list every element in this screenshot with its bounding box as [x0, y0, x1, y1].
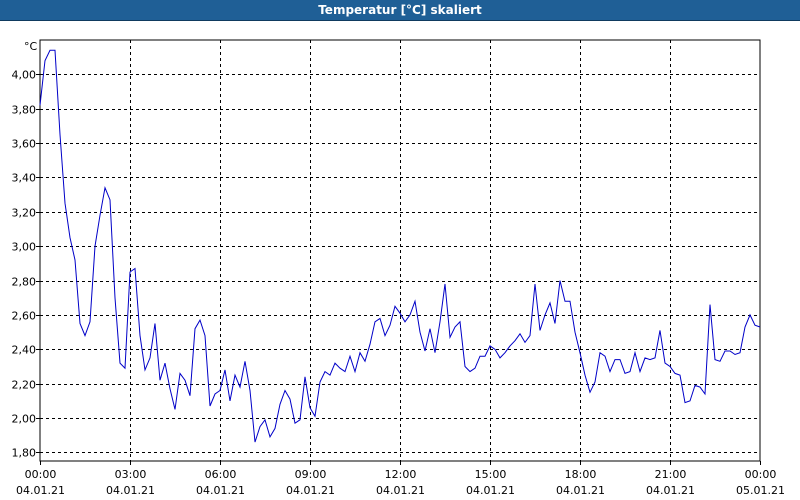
- x-tick-time: 18:00: [565, 468, 597, 481]
- temperature-chart: 1,80 2,00 2,20 2,40 2,60 2,80 3,00 3,20 3,40 3,60…: [12, 39, 785, 497]
- x-axis-ticks: 00:00 04.01.21 03:00 04.01.21 06:00 04.01.21 0…: [16, 461, 785, 497]
- y-tick-label: 3,80: [12, 104, 37, 117]
- y-axis-ticks: 1,80 2,00 2,20 2,40 2,60 2,80 3,00 3,20 3,40 3,60…: [12, 69, 40, 460]
- y-tick-label: 3,60: [12, 138, 37, 151]
- y-axis-unit: °C: [24, 40, 38, 53]
- x-tick-date: 04.01.21: [196, 484, 245, 497]
- x-tick-date: 05.01.21: [736, 484, 785, 497]
- y-tick-label: 4,00: [12, 69, 37, 82]
- y-tick-label: 2,60: [12, 310, 37, 323]
- y-tick-label: 2,20: [12, 379, 37, 392]
- x-tick-time: 03:00: [115, 468, 147, 481]
- x-tick-date: 04.01.21: [16, 484, 65, 497]
- x-tick-time: 21:00: [655, 468, 687, 481]
- y-tick-label: 2,80: [12, 276, 37, 289]
- y-tick-label: 1,80: [12, 447, 37, 460]
- y-tick-label: 3,20: [12, 207, 37, 220]
- x-tick-time: 00:00: [745, 468, 777, 481]
- y-tick-label: 3,40: [12, 172, 37, 185]
- x-tick-date: 04.01.21: [646, 484, 695, 497]
- x-tick-date: 04.01.21: [466, 484, 515, 497]
- y-tick-label: 2,00: [12, 413, 37, 426]
- x-tick-date: 04.01.21: [556, 484, 605, 497]
- chart-window: Temperatur [°C] skaliert 1,80 2,00 2,20 2,4…: [0, 0, 800, 500]
- y-tick-label: 3,00: [12, 241, 37, 254]
- x-tick-date: 04.01.21: [286, 484, 335, 497]
- x-tick-time: 15:00: [475, 468, 507, 481]
- y-tick-label: 2,40: [12, 344, 37, 357]
- x-tick-time: 00:00: [25, 468, 57, 481]
- x-tick-date: 04.01.21: [376, 484, 425, 497]
- x-tick-time: 09:00: [295, 468, 327, 481]
- x-tick-time: 12:00: [385, 468, 417, 481]
- x-tick-date: 04.01.21: [106, 484, 155, 497]
- x-tick-time: 06:00: [205, 468, 237, 481]
